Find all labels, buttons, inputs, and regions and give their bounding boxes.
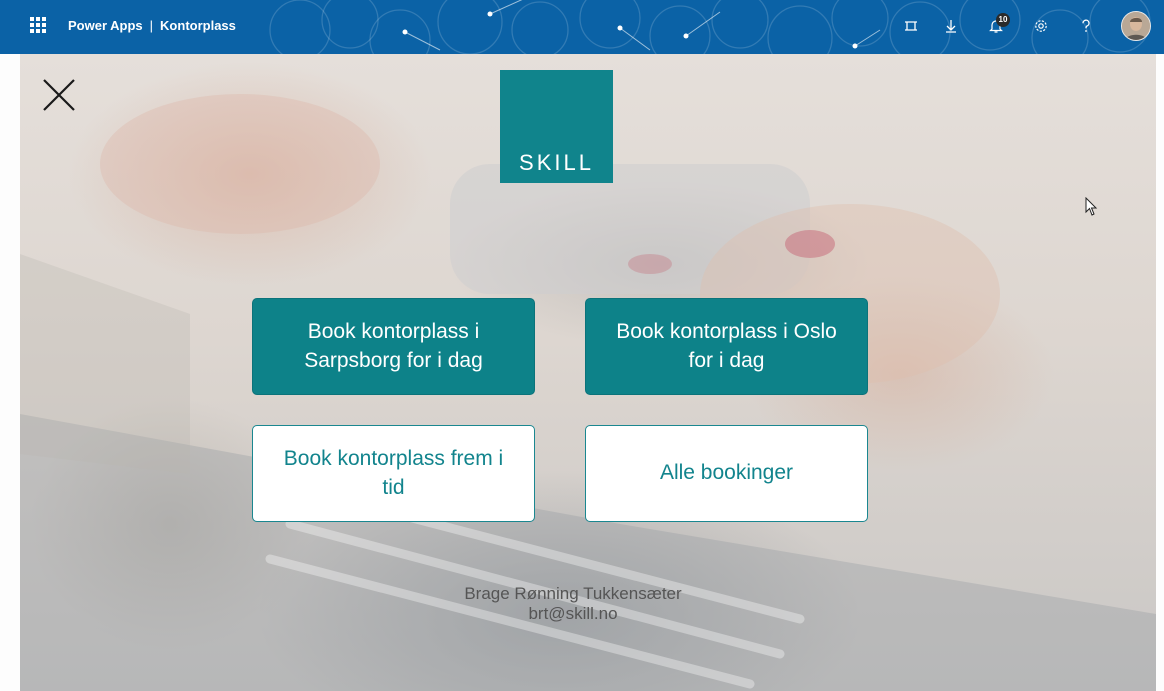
book-future-button[interactable]: Book kontorplass frem i tid	[252, 425, 535, 522]
mouse-cursor-icon	[1085, 197, 1098, 216]
download-icon[interactable]	[938, 12, 964, 40]
user-email: brt@skill.no	[528, 604, 618, 623]
product-name: Power Apps	[68, 18, 143, 33]
app-title: Power Apps | Kontorplass	[68, 15, 236, 37]
title-separator: |	[149, 18, 154, 33]
book-sarpsborg-today-button[interactable]: Book kontorplass i Sarpsborg for i dag	[252, 298, 535, 395]
avatar[interactable]	[1121, 11, 1151, 41]
book-sarpsborg-today-label: Book kontorplass i Sarpsborg for i dag	[304, 319, 483, 372]
logo-text: SKILL	[519, 150, 594, 175]
all-bookings-label: Alle bookinger	[659, 461, 794, 485]
user-info: Brage Rønning Tukkensæter brt@skill.no	[390, 584, 756, 624]
power-apps-header: Power Apps | Kontorplass 10	[0, 0, 1164, 54]
frame-border-right	[1156, 54, 1164, 691]
settings-icon[interactable]	[1028, 12, 1054, 40]
frame-border-left	[0, 54, 20, 691]
close-icon[interactable]	[42, 78, 76, 112]
book-oslo-today-button[interactable]: Book kontorplass i Oslo for i dag	[585, 298, 868, 395]
help-icon[interactable]	[1073, 12, 1099, 40]
waffle-icon[interactable]	[30, 17, 46, 33]
app-name: Kontorplass	[160, 18, 236, 33]
book-oslo-today-label: Book kontorplass i Oslo for i dag	[616, 319, 837, 372]
all-bookings-button[interactable]: Alle bookinger	[585, 425, 868, 522]
notification-badge: 10	[996, 13, 1010, 27]
notifications-icon[interactable]: 10	[983, 12, 1010, 40]
user-name: Brage Rønning Tukkensæter	[464, 584, 682, 603]
skill-logo: SKILL	[500, 70, 613, 183]
book-future-label: Book kontorplass frem i tid	[283, 446, 504, 499]
fit-to-screen-icon[interactable]	[898, 12, 924, 40]
app-canvas: SKILL Book kontorplass i Sarpsborg for i…	[20, 54, 1156, 691]
